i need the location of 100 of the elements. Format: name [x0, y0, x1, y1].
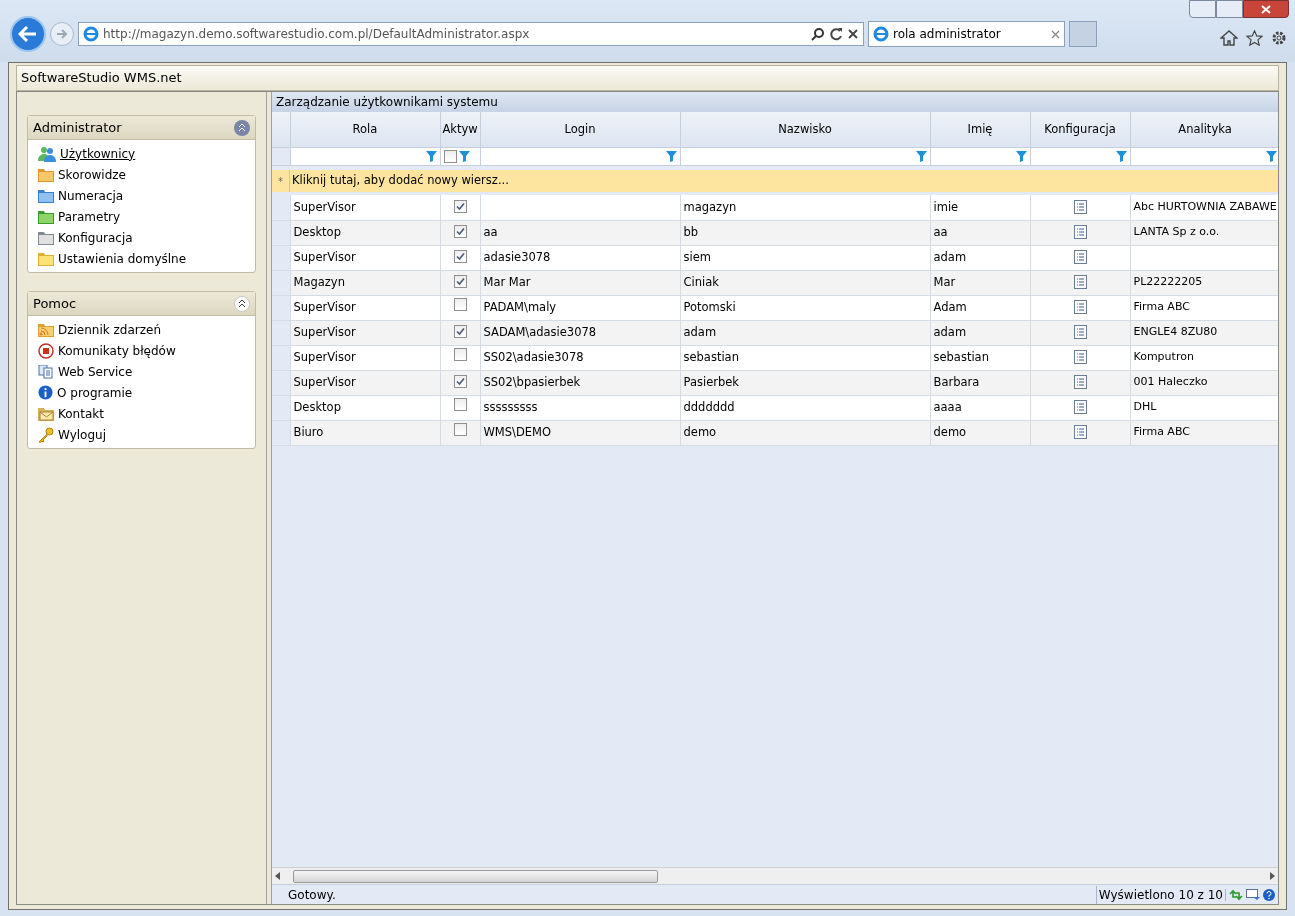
- filter-icon[interactable]: [458, 150, 470, 162]
- sidebar-link[interactable]: Web Service: [38, 361, 245, 382]
- stop-x-icon[interactable]: [847, 28, 859, 40]
- collapse-button[interactable]: [234, 295, 250, 312]
- list-icon[interactable]: [1073, 275, 1087, 290]
- scroll-right-icon[interactable]: [1269, 872, 1275, 880]
- status-text: Gotowy.: [287, 886, 337, 904]
- checkbox[interactable]: [453, 274, 467, 288]
- checkbox[interactable]: [453, 398, 467, 412]
- table-cell: aa: [483, 224, 498, 239]
- help-icon[interactable]: [1263, 888, 1275, 901]
- sidebar-link[interactable]: Komunikaty błędów: [38, 340, 245, 361]
- address-field[interactable]: http://magazyn.demo.softwarestudio.com.pl/DefaultAdministrator.aspx: [78, 22, 864, 46]
- checkbox[interactable]: [443, 149, 457, 163]
- folder-icon: [38, 167, 54, 182]
- checkbox[interactable]: [453, 348, 467, 362]
- back-button[interactable]: [10, 16, 46, 52]
- table-cell: demo: [683, 424, 717, 439]
- sidebar-link[interactable]: Użytkownicy: [38, 143, 245, 164]
- list-icon[interactable]: [1073, 350, 1087, 365]
- table-cell: ddddddd: [683, 399, 735, 414]
- search-icon[interactable]: [811, 27, 825, 41]
- sidebar-link[interactable]: Kontakt: [38, 403, 245, 424]
- table-cell: SS02\bpasierbek: [483, 374, 581, 389]
- key-icon: [38, 426, 54, 443]
- column-header[interactable]: Rola: [290, 112, 440, 147]
- table-cell: Mar Mar: [483, 274, 531, 289]
- list-icon[interactable]: [1073, 375, 1087, 390]
- scroll-left-icon[interactable]: [275, 872, 281, 880]
- filter-icon[interactable]: [915, 150, 927, 162]
- filter-icon[interactable]: [665, 150, 677, 162]
- filter-icon[interactable]: [1265, 150, 1277, 162]
- refresh-icon[interactable]: [829, 27, 843, 41]
- table-cell: Mar: [933, 274, 956, 289]
- back-arrow-icon: [18, 26, 38, 42]
- home-icon[interactable]: [1220, 30, 1238, 46]
- table-cell: Pasierbek: [683, 374, 739, 389]
- app-title: SoftwareStudio WMS.net: [21, 69, 182, 88]
- table-cell: aaaa: [933, 399, 962, 414]
- table-cell: aa: [933, 224, 948, 239]
- sidebar-link[interactable]: Numeracja: [38, 185, 245, 206]
- list-icon[interactable]: [1073, 225, 1087, 240]
- sidebar-link[interactable]: Konfiguracja: [38, 227, 245, 248]
- browser-tab[interactable]: rola administrator: [868, 21, 1065, 47]
- sidebar-link[interactable]: Ustawienia domyślne: [38, 248, 245, 269]
- list-icon[interactable]: [1073, 425, 1087, 440]
- forward-arrow-icon: [56, 29, 68, 39]
- table-cell: adasie3078: [483, 249, 551, 264]
- filter-icon[interactable]: [1015, 150, 1027, 162]
- table-cell: Magazyn: [293, 274, 345, 289]
- column-header[interactable]: Login: [480, 112, 680, 147]
- checkbox[interactable]: [453, 374, 467, 388]
- table-cell: demo: [933, 424, 967, 439]
- sidebar-link[interactable]: Skorowidze: [38, 164, 245, 185]
- settings-icon[interactable]: [1271, 30, 1287, 46]
- column-header[interactable]: Nazwisko: [680, 112, 930, 147]
- table-cell: Firma ABC: [1133, 425, 1190, 439]
- checkbox[interactable]: [453, 249, 467, 263]
- panel-title: Administrator: [33, 118, 122, 137]
- column-header[interactable]: Imię: [930, 112, 1030, 147]
- close-icon[interactable]: [1051, 29, 1060, 39]
- sidebar-link[interactable]: Dziennik zdarzeń: [38, 319, 245, 340]
- filter-icon[interactable]: [425, 150, 437, 162]
- checkbox[interactable]: [453, 298, 467, 312]
- scrollbar-thumb[interactable]: [293, 869, 658, 883]
- sidebar-link[interactable]: Wyloguj: [38, 424, 245, 445]
- maximize-button[interactable]: [1216, 0, 1243, 18]
- checkbox[interactable]: [453, 199, 467, 213]
- documents-icon: [38, 364, 54, 379]
- table-cell: Ciniak: [683, 274, 719, 289]
- table-cell: Biuro: [293, 424, 324, 439]
- filter-icon[interactable]: [1115, 150, 1127, 162]
- list-icon[interactable]: [1073, 300, 1087, 315]
- browser-logo-icon: [83, 26, 99, 42]
- checkbox[interactable]: [453, 423, 467, 437]
- table-cell: imie: [933, 199, 959, 214]
- checkbox[interactable]: [453, 224, 467, 238]
- list-icon[interactable]: [1073, 200, 1087, 215]
- minimize-button[interactable]: [1189, 0, 1216, 18]
- column-header[interactable]: Aktyw: [440, 112, 480, 147]
- table-cell: adam: [933, 249, 967, 264]
- column-header[interactable]: Analityka: [1130, 112, 1278, 147]
- sidebar-link[interactable]: Parametry: [38, 206, 245, 227]
- list-icon[interactable]: [1073, 325, 1087, 340]
- sidebar-link[interactable]: O programie: [38, 382, 245, 403]
- star-icon[interactable]: [1246, 30, 1263, 46]
- folder-icon: [38, 251, 54, 266]
- close-button[interactable]: [1243, 0, 1289, 18]
- add-row-bar[interactable]: Kliknij tutaj, aby dodać nowy wiersz...: [290, 170, 1278, 192]
- export-icon[interactable]: [1246, 888, 1260, 901]
- folder-icon: [38, 230, 54, 245]
- checkbox[interactable]: [453, 324, 467, 338]
- close-icon: [1261, 4, 1271, 14]
- column-header[interactable]: Konfiguracja: [1030, 112, 1130, 147]
- folder-icon: [38, 209, 54, 224]
- users-icon: [38, 145, 56, 162]
- list-icon[interactable]: [1073, 250, 1087, 265]
- list-icon[interactable]: [1073, 400, 1087, 415]
- table-cell: 001 Haleczko: [1133, 375, 1208, 389]
- table-cell: Desktop: [293, 399, 341, 414]
